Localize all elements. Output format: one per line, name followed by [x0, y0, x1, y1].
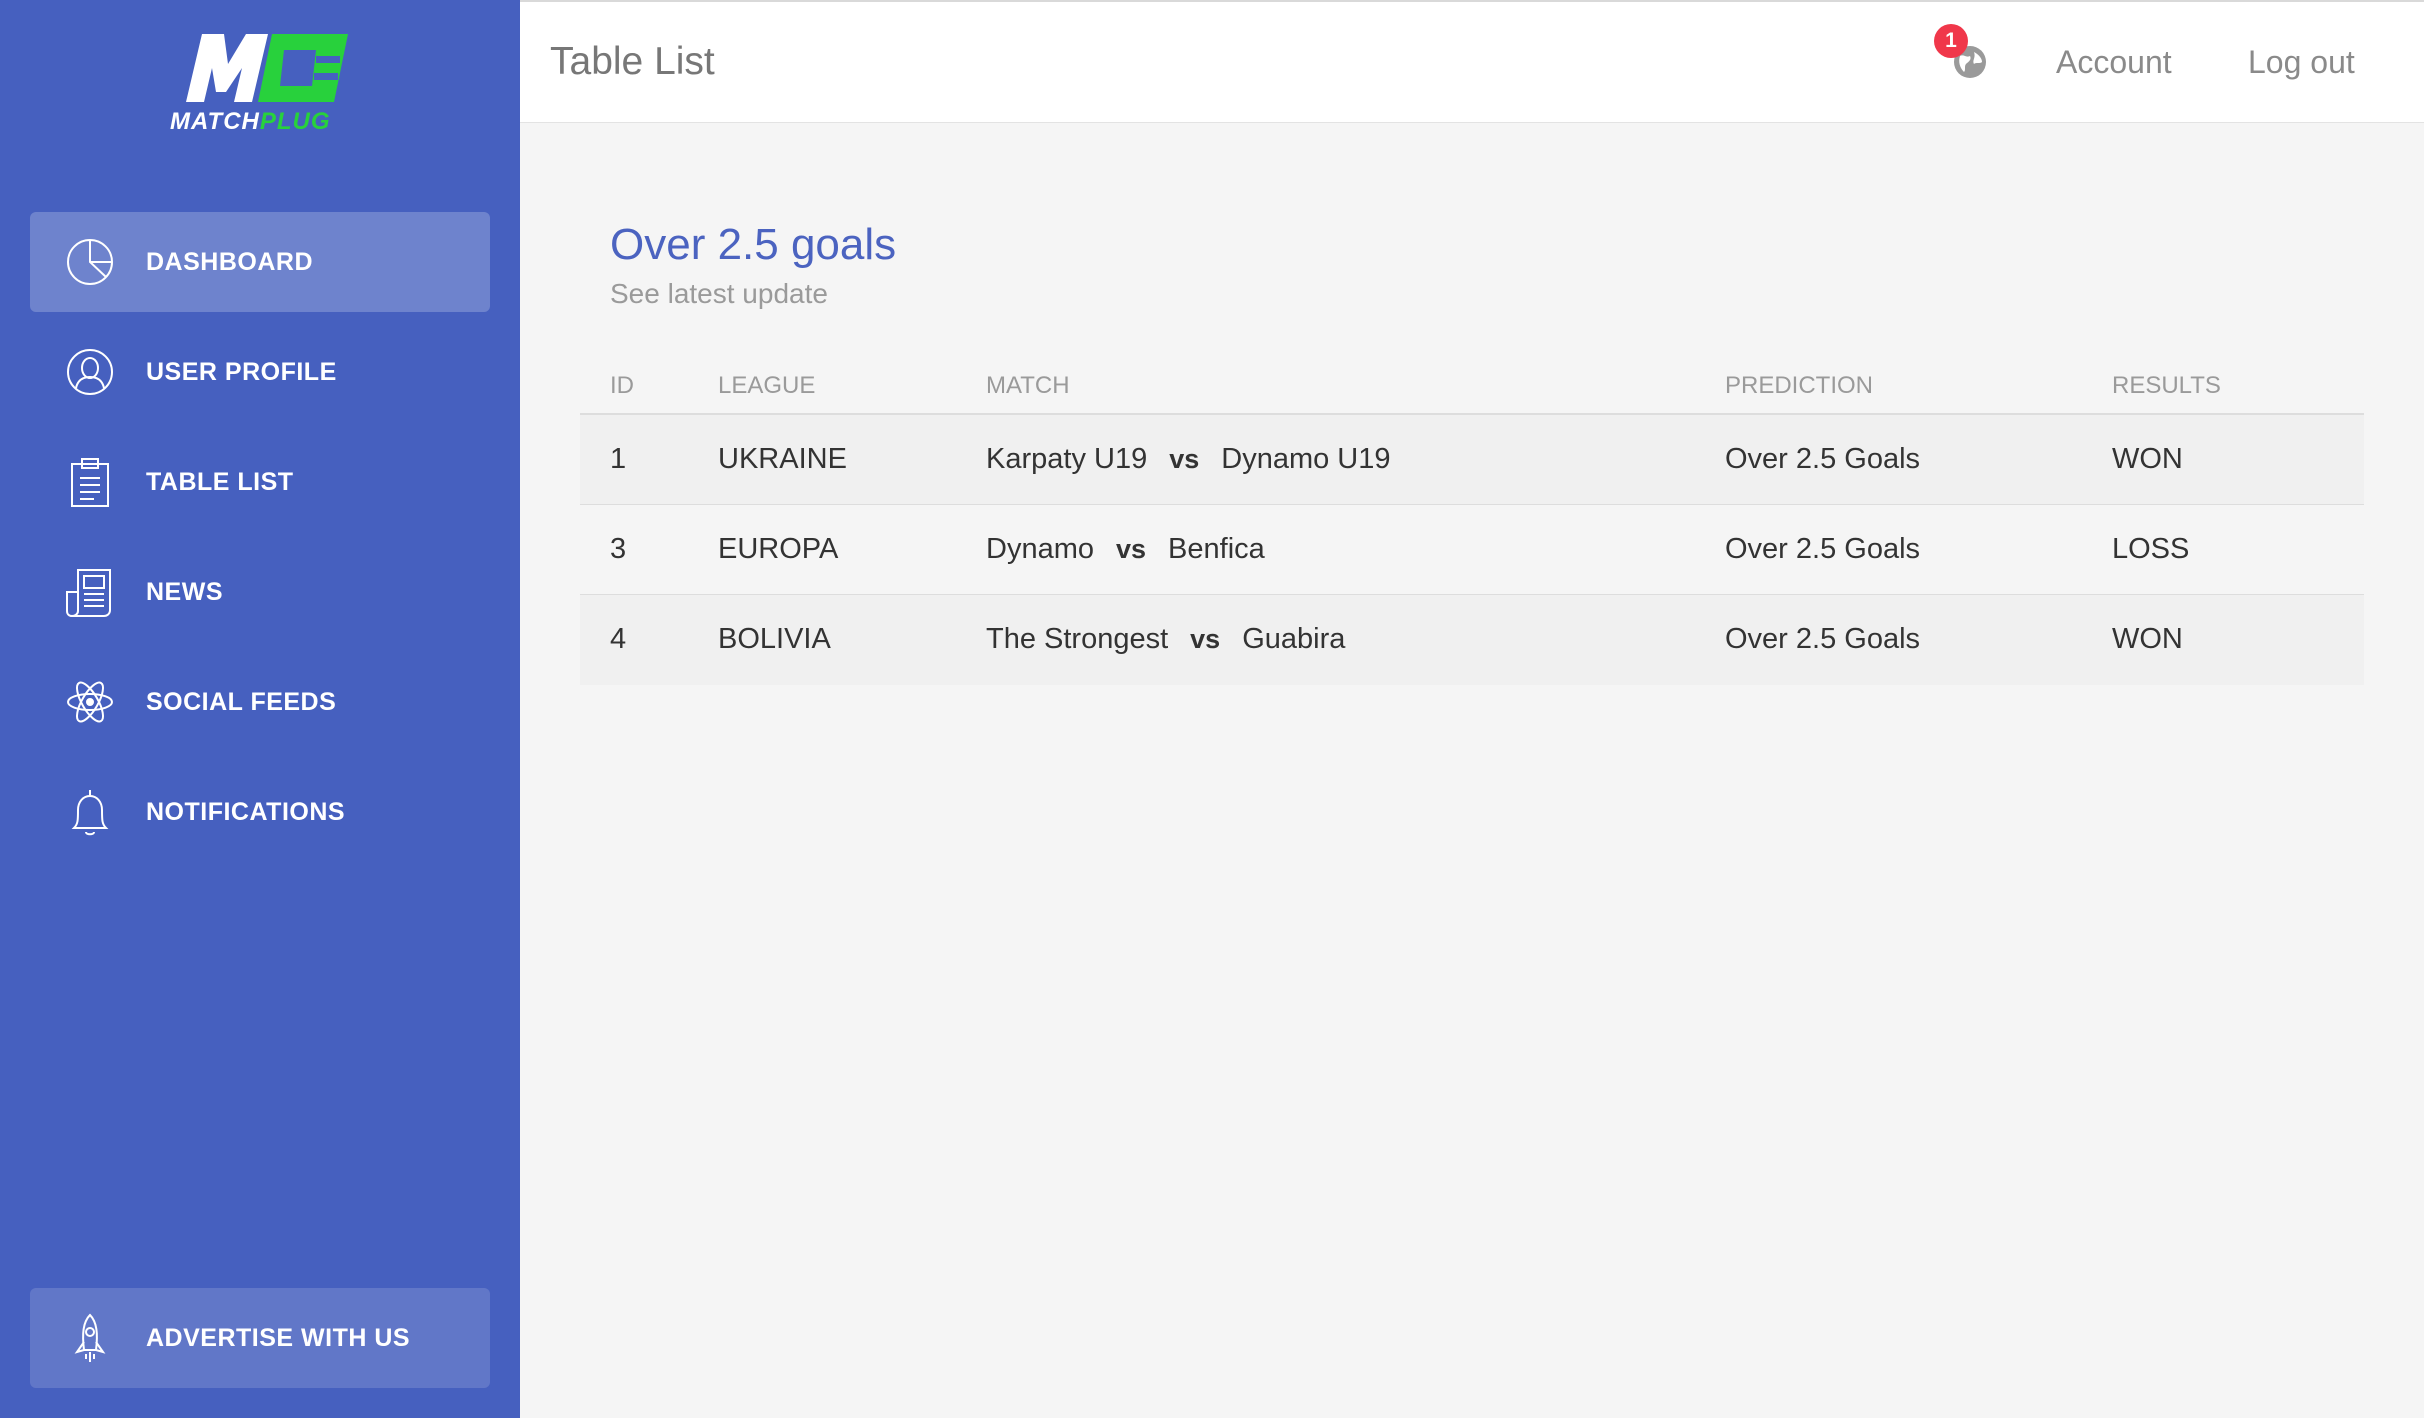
sidebar-item-label: NOTIFICATIONS	[146, 797, 346, 826]
cell-league: BOLIVIA	[718, 623, 831, 655]
away-team: Guabira	[1242, 623, 1346, 655]
top-navbar: Table List 1 Account Log out	[520, 0, 2424, 123]
page-title: Table List	[550, 40, 715, 83]
logo-text-plug: PLUG	[259, 108, 331, 135]
advertise-button[interactable]: ADVERTISE WITH US	[30, 1288, 490, 1388]
cell-result: WON	[2112, 623, 2183, 655]
sidebar-item-label: TABLE LIST	[146, 467, 294, 496]
column-header-prediction: PREDICTION	[1725, 372, 1874, 399]
column-header-id: ID	[610, 372, 634, 399]
advertise-label: ADVERTISE WITH US	[146, 1323, 411, 1352]
cell-prediction: Over 2.5 Goals	[1725, 623, 1921, 655]
cell-league: EUROPA	[718, 533, 839, 565]
home-team: Dynamo	[986, 533, 1094, 565]
column-header-match: MATCH	[986, 372, 1070, 399]
sidebar-item-social-feeds[interactable]: SOCIAL FEEDS	[30, 652, 490, 752]
atom-icon	[64, 676, 116, 728]
rocket-icon	[64, 1312, 116, 1364]
sidebar-item-user-profile[interactable]: USER PROFILE	[30, 322, 490, 422]
cell-prediction: Over 2.5 Goals	[1725, 443, 1921, 475]
logo-text-match: MATCH	[170, 108, 260, 135]
sidebar-item-news[interactable]: NEWS	[30, 542, 490, 642]
cell-match: The Strongest vs Guabira	[986, 623, 1345, 656]
notification-badge: 1	[1934, 24, 1968, 58]
account-link[interactable]: Account	[2056, 44, 2172, 81]
sidebar-item-label: USER PROFILE	[146, 357, 337, 386]
vs-label: vs	[1169, 444, 1200, 474]
sidebar-nav: DASHBOARD USER PROFILE TABLE LIST NEWS S…	[30, 212, 490, 872]
sidebar-item-notifications[interactable]: NOTIFICATIONS	[30, 762, 490, 862]
pie-chart-icon	[64, 236, 116, 288]
away-team: Dynamo U19	[1221, 443, 1391, 475]
sidebar: MATCHPLUG DASHBOARD USER PROFILE TABLE L…	[0, 0, 520, 1418]
cell-league: UKRAINE	[718, 443, 847, 475]
home-team: Karpaty U19	[986, 443, 1148, 475]
predictions-table: ID LEAGUE MATCH PREDICTION RESULTS 1 UKR…	[580, 360, 2364, 685]
column-header-results: RESULTS	[2112, 372, 2221, 399]
table-row: 1 UKRAINE Karpaty U19 vs Dynamo U19 Over 2…	[580, 415, 2364, 505]
sidebar-item-dashboard[interactable]: DASHBOARD	[30, 212, 490, 312]
table-row: 4 BOLIVIA The Strongest vs Guabira Over 2.…	[580, 595, 2364, 685]
card-subtitle: See latest update	[610, 278, 828, 309]
sidebar-item-table-list[interactable]: TABLE LIST	[30, 432, 490, 532]
cell-id: 1	[610, 443, 627, 475]
cell-match: Karpaty U19 vs Dynamo U19	[986, 443, 1391, 476]
away-team: Benfica	[1168, 533, 1265, 565]
sidebar-item-label: NEWS	[146, 577, 223, 606]
card-title: Over 2.5 goals	[610, 220, 897, 269]
column-header-league: LEAGUE	[718, 372, 816, 399]
cell-id: 4	[610, 623, 627, 655]
cell-result: WON	[2112, 443, 2183, 475]
logo-mark-icon	[186, 34, 348, 102]
logo-wordmark: MATCHPLUG	[170, 108, 331, 136]
sidebar-item-label: DASHBOARD	[146, 247, 313, 276]
logout-link[interactable]: Log out	[2248, 44, 2355, 81]
vs-label: vs	[1116, 534, 1147, 564]
cell-prediction: Over 2.5 Goals	[1725, 533, 1921, 565]
sidebar-item-label: SOCIAL FEEDS	[146, 687, 337, 716]
user-icon	[64, 346, 116, 398]
bell-icon	[64, 786, 116, 838]
cell-result: LOSS	[2112, 533, 2190, 565]
matchplug-logo[interactable]: MATCHPLUG	[168, 30, 352, 140]
cell-id: 3	[610, 533, 627, 565]
home-team: The Strongest	[986, 623, 1169, 655]
vs-label: vs	[1190, 624, 1221, 654]
table-row: 3 EUROPA Dynamo vs Benfica Over 2.5 Goals …	[580, 505, 2364, 595]
table-header: ID LEAGUE MATCH PREDICTION RESULTS	[580, 360, 2364, 415]
cell-match: Dynamo vs Benfica	[986, 533, 1265, 566]
clipboard-icon	[64, 456, 116, 508]
newspaper-icon	[64, 566, 116, 618]
